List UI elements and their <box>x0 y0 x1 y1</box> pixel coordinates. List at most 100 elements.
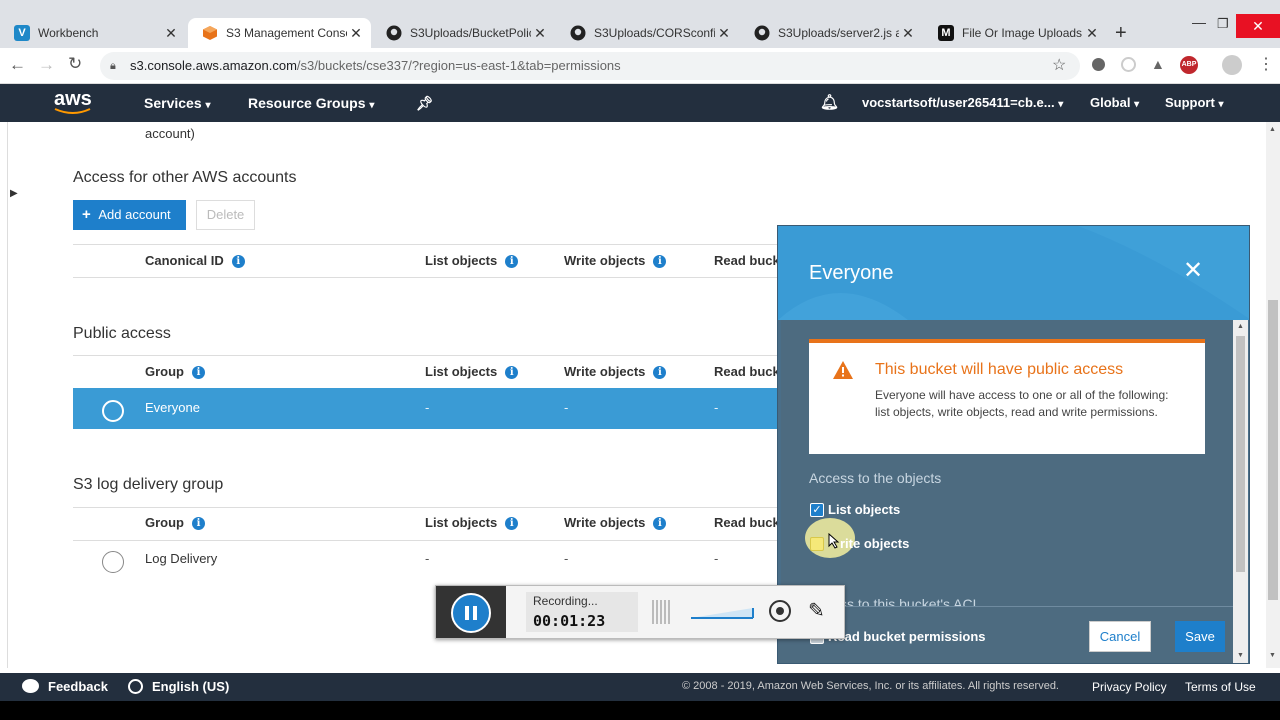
audio-level-icon <box>652 600 672 624</box>
feedback-link[interactable]: Feedback <box>48 679 108 694</box>
scroll-down-icon[interactable]: ▼ <box>1237 652 1244 659</box>
info-icon[interactable]: i <box>653 517 667 531</box>
terms-of-use-link[interactable]: Terms of Use <box>1185 680 1256 694</box>
left-rail <box>0 122 8 668</box>
adblock-icon[interactable]: ABP <box>1180 56 1198 74</box>
recorder-status: Recording... 00:01:23 <box>526 592 638 632</box>
info-icon[interactable]: i <box>231 255 245 269</box>
info-icon[interactable]: i <box>192 366 205 380</box>
services-menu[interactable]: Services ▾ <box>144 84 211 122</box>
recording-time: 00:01:23 <box>533 612 606 630</box>
mouse-cursor-icon <box>828 533 840 549</box>
close-tab-icon[interactable]: ✕ <box>899 25 917 42</box>
list-objects-checkbox[interactable]: ✓ <box>810 503 824 517</box>
chevron-down-icon: ▾ <box>1134 99 1140 110</box>
restore-icon[interactable]: ❐ <box>1217 16 1229 32</box>
aws-logo[interactable]: aws <box>54 84 92 122</box>
warning-title: This bucket will have public access <box>875 361 1124 378</box>
scrollbar-thumb[interactable] <box>1268 300 1278 600</box>
info-icon[interactable]: i <box>192 517 205 531</box>
read-bucket-permissions-label: Read bucket permissions <box>828 629 986 644</box>
bookmark-star-icon[interactable]: ☆ <box>1052 55 1066 75</box>
close-tab-icon[interactable]: ✕ <box>1083 25 1101 42</box>
globe-icon <box>128 679 143 694</box>
reload-icon[interactable]: ↻ <box>68 54 82 74</box>
browser-tab-s3-console[interactable]: S3 Management Console ✕ <box>188 18 371 48</box>
write-objects-label: rite objects <box>840 536 910 551</box>
scrollbar-thumb[interactable] <box>1236 336 1245 572</box>
language-selector[interactable]: English (US) <box>152 679 229 694</box>
back-icon[interactable]: ← <box>9 55 26 75</box>
table-row-everyone[interactable]: Everyone - - - <box>73 388 778 429</box>
delete-button[interactable]: Delete <box>196 200 255 230</box>
extension-icon[interactable] <box>1092 58 1105 71</box>
close-tab-icon[interactable]: ✕ <box>347 25 365 42</box>
browser-tab-workbench[interactable]: V Workbench ✕ <box>0 18 186 48</box>
plus-icon: + <box>82 206 91 223</box>
add-account-button[interactable]: + Add account <box>73 200 186 230</box>
browser-tab-bar: V Workbench ✕ S3 Management Console ✕ S3… <box>0 0 1280 48</box>
medium-icon: M <box>938 25 954 41</box>
account-menu[interactable]: vocstartsoft/user265411=cb.e... ▾ <box>862 84 1063 122</box>
browser-tab-file-uploads[interactable]: M File Or Image Uploads o ✕ <box>924 18 1107 48</box>
chevron-down-icon: ▾ <box>369 100 375 111</box>
chevron-down-icon: ▾ <box>1058 99 1064 110</box>
chevron-down-icon: ▾ <box>205 100 211 111</box>
address-bar[interactable]: 🔒︎ s3.console.aws.amazon.com/s3/buckets/… <box>100 52 1080 80</box>
column-header-write-objects: Write objects i <box>564 515 667 531</box>
page-scrollbar[interactable]: ▲ ▼ <box>1266 122 1280 668</box>
info-icon[interactable]: i <box>505 366 519 380</box>
info-icon[interactable]: i <box>505 255 519 269</box>
extension-icon[interactable] <box>1121 57 1136 72</box>
forward-icon[interactable]: → <box>38 55 55 75</box>
write-objects-checkbox[interactable] <box>810 537 824 551</box>
github-icon <box>386 25 402 41</box>
close-tab-icon[interactable]: ✕ <box>162 25 180 42</box>
info-icon[interactable]: i <box>653 255 667 269</box>
pause-button[interactable] <box>451 593 491 633</box>
cancel-button[interactable]: Cancel <box>1089 621 1151 652</box>
minimize-icon[interactable]: — <box>1192 14 1206 30</box>
close-tab-icon[interactable]: ✕ <box>531 25 549 42</box>
bell-icon[interactable]: 🔔︎ <box>820 84 839 122</box>
aws-smile-icon <box>54 108 91 114</box>
resource-groups-menu[interactable]: Resource Groups ▾ <box>248 84 374 122</box>
info-icon[interactable]: i <box>505 517 519 531</box>
volume-slider[interactable] <box>691 606 755 620</box>
close-window-icon[interactable]: ✕ <box>1236 14 1280 38</box>
browser-tab-cors-config[interactable]: S3Uploads/CORSconfig ✕ <box>556 18 739 48</box>
pin-icon[interactable]: 📌︎ <box>416 84 434 122</box>
panel-scrollbar[interactable]: ▲ ▼ <box>1233 320 1248 663</box>
chevron-down-icon: ▾ <box>1218 99 1224 110</box>
new-tab-icon[interactable]: + <box>1115 22 1127 45</box>
scroll-up-icon[interactable]: ▲ <box>1269 126 1276 133</box>
info-icon[interactable]: i <box>653 366 667 380</box>
aws-nav-bar: aws Services ▾ Resource Groups ▾ 📌︎ 🔔︎ v… <box>0 84 1280 122</box>
scroll-up-icon[interactable]: ▲ <box>1237 323 1244 330</box>
panel-title: Everyone <box>809 262 894 284</box>
access-objects-heading: Access to the objects <box>809 470 942 486</box>
region-menu[interactable]: Global ▾ <box>1090 84 1139 122</box>
save-button[interactable]: Save <box>1175 621 1225 652</box>
privacy-policy-link[interactable]: Privacy Policy <box>1092 680 1167 694</box>
expand-sidebar-icon[interactable]: ▶ <box>10 188 18 199</box>
column-header-read-bucket: Read buck <box>714 253 780 268</box>
copyright-text: © 2008 - 2019, Amazon Web Services, Inc.… <box>682 680 1059 692</box>
browser-tab-server2[interactable]: S3Uploads/server2.js at ✕ <box>740 18 923 48</box>
drive-icon[interactable]: ▲ <box>1151 56 1165 72</box>
browser-tab-bucket-policy[interactable]: S3Uploads/BucketPolicy ✕ <box>372 18 555 48</box>
menu-icon[interactable]: ⋮ <box>1258 54 1274 74</box>
webcam-icon[interactable] <box>769 600 791 622</box>
profile-avatar[interactable] <box>1222 55 1242 75</box>
table-row-log-delivery[interactable]: Log Delivery - - - <box>73 541 778 582</box>
row-radio[interactable] <box>102 400 124 422</box>
lock-icon: 🔒︎ <box>110 60 116 72</box>
close-tab-icon[interactable]: ✕ <box>715 25 733 42</box>
pencil-icon[interactable]: ✎ <box>808 598 825 623</box>
support-menu[interactable]: Support ▾ <box>1165 84 1223 122</box>
panel-header: Everyone ✕ <box>778 226 1249 320</box>
scroll-down-icon[interactable]: ▼ <box>1269 652 1276 659</box>
row-radio[interactable] <box>102 551 124 573</box>
close-icon[interactable]: ✕ <box>1183 256 1203 285</box>
column-header-read-bucket: Read buck <box>714 515 780 530</box>
